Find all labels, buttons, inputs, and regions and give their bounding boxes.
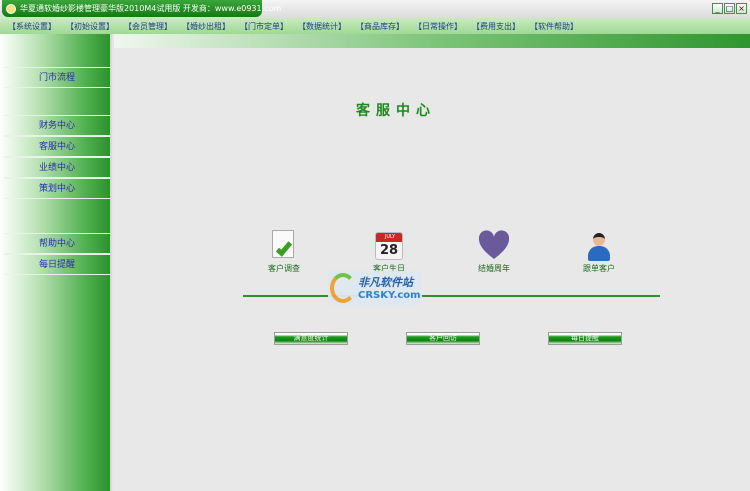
document-check-icon xyxy=(268,230,300,262)
feature-customer-survey[interactable]: 客户调查 xyxy=(254,230,314,274)
customer-icon xyxy=(583,230,615,262)
customer-return-visit-button[interactable]: 客户回访 xyxy=(406,332,480,345)
maximize-button[interactable]: □ xyxy=(724,3,735,14)
feature-label: 结婚周年 xyxy=(478,264,510,273)
daily-reminder-button[interactable]: 每日提醒 xyxy=(548,332,622,345)
calendar-day: 28 xyxy=(379,243,399,258)
menu-system-settings[interactable]: 【系统设置】 xyxy=(6,21,58,32)
sidebar: 门市流程 财务中心 客服中心 业绩中心 策划中心 帮助中心 每日提醒 xyxy=(0,34,112,491)
section-divider xyxy=(243,295,660,297)
satisfaction-statistics-button[interactable]: 满意度统计 xyxy=(274,332,348,345)
menu-bar: 【系统设置】 【初始设置】 【会员管理】 【婚纱出租】 【门市定单】 【数据统计… xyxy=(0,18,750,34)
feature-label: 跟单客户 xyxy=(583,264,615,273)
sidebar-item-performance[interactable]: 业绩中心 xyxy=(4,157,110,178)
window-title: 华夏通软婚纱影楼管理豪华版2010M4试用版 开发商：www.e0931.com xyxy=(20,4,282,13)
main-panel: 客服中心 客户调查 JULY 28 客户生日 结婚周年 跟单客户 满意度统计 客… xyxy=(114,48,750,491)
menu-initial-settings[interactable]: 【初始设置】 xyxy=(64,21,116,32)
feature-label: 客户调查 xyxy=(268,264,300,273)
minimize-button[interactable]: _ xyxy=(712,3,723,14)
sidebar-item-finance[interactable]: 财务中心 xyxy=(4,115,110,136)
app-logo-icon xyxy=(6,4,16,14)
feature-customer-birthday[interactable]: JULY 28 客户生日 xyxy=(359,230,419,274)
menu-member-management[interactable]: 【会员管理】 xyxy=(122,21,174,32)
top-gradient-strip xyxy=(114,34,750,48)
calendar-month: JULY xyxy=(376,233,402,242)
page-title: 客服中心 xyxy=(356,103,436,119)
menu-store-orders[interactable]: 【门市定单】 xyxy=(238,21,290,32)
sidebar-item-customer-service[interactable]: 客服中心 xyxy=(4,136,110,157)
menu-help[interactable]: 【软件帮助】 xyxy=(528,21,580,32)
menu-gown-rental[interactable]: 【婚纱出租】 xyxy=(180,21,232,32)
close-button[interactable]: × xyxy=(736,3,747,14)
watermark-line2: CRSKY.com xyxy=(358,290,421,301)
sidebar-item-planning[interactable]: 策划中心 xyxy=(4,178,110,199)
title-bar: 华夏通软婚纱影楼管理豪华版2010M4试用版 开发商：www.e0931.com… xyxy=(0,0,750,18)
feature-wedding-anniversary[interactable]: 结婚周年 xyxy=(464,230,524,274)
sidebar-item-daily-reminder[interactable]: 每日提醒 xyxy=(4,254,110,275)
menu-expenses[interactable]: 【费用支出】 xyxy=(470,21,522,32)
sidebar-item-store-process[interactable]: 门市流程 xyxy=(4,67,110,88)
calendar-icon: JULY 28 xyxy=(373,230,405,262)
feature-follow-up-customers[interactable]: 跟单客户 xyxy=(569,230,629,274)
sidebar-item-help[interactable]: 帮助中心 xyxy=(4,233,110,254)
menu-daily-operations[interactable]: 【日常操作】 xyxy=(412,21,464,32)
watermark-swirl-icon xyxy=(330,273,356,303)
heart-icon xyxy=(478,230,510,262)
menu-statistics[interactable]: 【数据统计】 xyxy=(296,21,348,32)
watermark-logo: 非凡软件站 CRSKY.com xyxy=(328,271,422,305)
watermark-line1: 非凡软件站 xyxy=(358,276,413,289)
menu-inventory[interactable]: 【商品库存】 xyxy=(354,21,406,32)
window-title-tab: 华夏通软婚纱影楼管理豪华版2010M4试用版 开发商：www.e0931.com xyxy=(2,0,281,17)
